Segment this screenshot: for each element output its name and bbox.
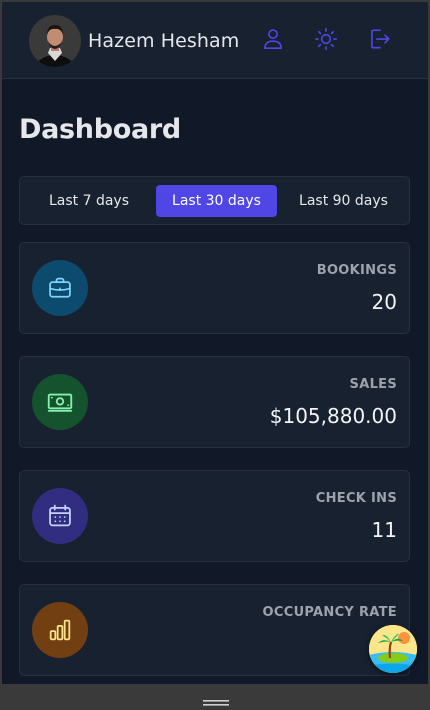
stat-value: 11	[371, 518, 397, 542]
stat-card-bookings: BOOKINGS 20	[19, 242, 410, 334]
logout-icon[interactable]	[366, 26, 392, 52]
date-range-filter: Last 7 days Last 30 days Last 90 days	[19, 176, 410, 225]
stat-value: 20	[371, 290, 397, 314]
stat-value: $105,880.00	[269, 404, 397, 428]
stat-label: SALES	[349, 377, 397, 392]
stat-label: CHECK INS	[315, 491, 397, 506]
stat-label: BOOKINGS	[316, 263, 397, 278]
chart-bar-icon	[32, 602, 88, 658]
filter-last-7-days[interactable]: Last 7 days	[36, 185, 142, 217]
filter-last-30-days[interactable]: Last 30 days	[156, 185, 277, 217]
user-name: Hazem Hesham	[88, 30, 240, 52]
user-icon[interactable]	[260, 26, 286, 52]
avatar[interactable]	[29, 15, 81, 67]
avatar-photo	[29, 15, 81, 67]
chat-bubble-button[interactable]	[369, 625, 417, 673]
stat-card-sales: SALES $105,880.00	[19, 356, 410, 448]
sun-icon[interactable]	[313, 26, 339, 52]
banknotes-icon	[32, 374, 88, 430]
bottom-bar	[0, 684, 430, 706]
filter-last-90-days[interactable]: Last 90 days	[290, 185, 397, 217]
island-icon	[369, 625, 417, 673]
header: Hazem Hesham	[2, 2, 428, 79]
stat-label: OCCUPANCY RATE	[262, 605, 397, 620]
app-frame: Hazem Hesham Dashboard Last 7 days Last …	[2, 2, 428, 684]
calendar-icon	[32, 488, 88, 544]
stat-card-occupancy-rate: OCCUPANCY RATE 1	[19, 584, 410, 676]
resize-handle-icon[interactable]	[203, 691, 229, 706]
briefcase-icon	[32, 260, 88, 316]
page-title: Dashboard	[19, 114, 181, 145]
stat-card-check-ins: CHECK INS 11	[19, 470, 410, 562]
